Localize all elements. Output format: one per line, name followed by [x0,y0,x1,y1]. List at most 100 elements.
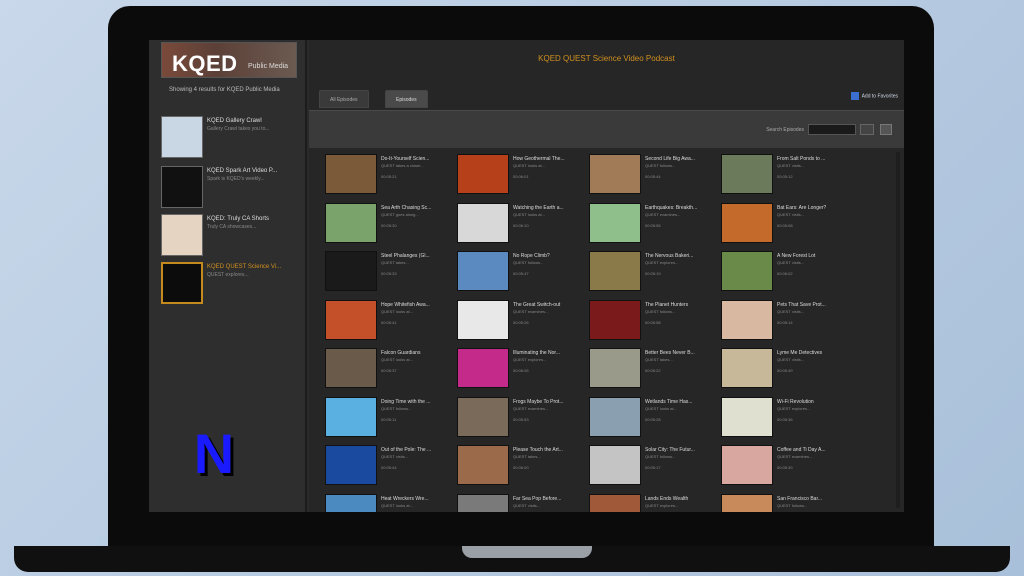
source-item[interactable]: KQED: Truly CA Shorts Truly CA showcases.… [161,214,301,258]
episode-tile[interactable]: Frogs Maybe To Prot... QUEST examines... 0… [455,395,587,444]
episode-thumbnail[interactable] [457,299,509,340]
source-item[interactable]: KQED Gallery Crawl Gallery Crawl takes yo… [161,116,301,160]
episode-tile[interactable]: Bat Ears: Are Longer? QUEST visits... 00:0… [719,201,851,250]
tab-all-episodes[interactable]: All Episodes [319,90,369,108]
episode-thumbnail[interactable] [325,396,377,437]
episode-tile[interactable]: Do-It-Yourself Scien... QUEST takes a clo… [323,152,455,201]
episode-thumbnail[interactable] [457,445,509,485]
episode-thumbnail[interactable] [589,202,641,243]
episode-thumbnail[interactable] [325,348,377,388]
episode-thumbnail[interactable] [457,493,509,512]
episode-tile[interactable]: The Great Switch-out QUEST examines... 00:… [455,298,587,347]
episode-title: The Nervous Bakeri... [645,253,694,259]
episode-thumbnail[interactable] [325,202,377,243]
episode-thumbnail[interactable] [589,348,641,388]
episode-tile[interactable]: Doing Time with the ... QUEST follows... 0… [323,395,455,444]
source-item[interactable]: KQED QUEST Science Vi... QUEST explores..… [161,262,301,306]
episode-thumbnail[interactable] [457,154,509,194]
episode-description: QUEST looks at... [381,357,413,362]
episode-title: Steel Phalanges (Gl... [381,253,430,259]
episode-tile[interactable]: Coffee and Ti Day A... QUEST examines... 0… [719,443,851,492]
episode-thumbnail[interactable] [457,348,509,388]
episode-thumbnail[interactable] [457,396,509,437]
episode-thumbnail[interactable] [325,299,377,340]
episode-thumbnail[interactable] [589,396,641,437]
logo-subtitle: Public Media [248,63,289,70]
episode-title: The Planet Hunters [645,301,689,308]
episode-thumbnail[interactable] [589,445,641,485]
episode-thumbnail[interactable] [721,251,773,291]
episode-thumbnail[interactable] [721,348,773,388]
episode-tile[interactable]: Wi-Fi Revolution QUEST explores... 00:05:3… [719,395,851,444]
search-button[interactable] [860,124,874,135]
episode-description: QUEST looks at... [513,211,545,217]
episode-thumbnail[interactable] [457,251,509,291]
episode-thumbnail[interactable] [589,154,641,194]
episode-thumbnail[interactable] [589,493,641,512]
episode-tile[interactable]: Out of the Pole: The ... QUEST visits... 0… [323,443,455,492]
episode-tile[interactable]: Second Life Big Awa... QUEST follows... 00… [587,152,719,201]
episode-thumbnail[interactable] [721,299,773,340]
episode-thumbnail[interactable] [325,251,377,291]
episode-tile[interactable]: Steel Phalanges (Gl... QUEST takes... 00:0… [323,249,455,298]
episode-tile[interactable]: No Rope Climb? QUEST follows... 00:05:47 [455,249,587,298]
favorites-icon [850,92,859,100]
episode-tile[interactable]: The Planet Hunters QUEST follows... 00:05:… [587,298,719,347]
episode-duration: 00:05:22 [645,368,661,373]
episode-title: Hope Whitefish Awa... [381,301,430,308]
episode-tile[interactable]: Hope Whitefish Awa... QUEST looks at... 00… [323,298,455,347]
episode-thumbnail[interactable] [589,251,641,291]
episode-description: QUEST follows... [777,502,808,508]
episode-thumbnail[interactable] [325,493,377,512]
episode-thumbnail[interactable] [721,154,773,194]
episode-thumbnail[interactable] [721,396,773,437]
episode-description: QUEST visits... [381,454,409,459]
episode-title: Out of the Pole: The ... [381,447,432,453]
scrollbar[interactable] [896,152,900,508]
episode-duration: 00:05:58 [645,319,661,325]
tab-episodes[interactable]: Episodes [385,90,428,108]
source-title: KQED Gallery Crawl [207,118,262,124]
episode-thumbnail[interactable] [325,154,377,194]
episode-tile[interactable]: From Salt Ponds to ... QUEST visits... 00:… [719,152,851,201]
episode-tile[interactable]: Solar City: The Futur... QUEST follows...… [587,443,719,492]
episode-description: QUEST follows... [645,163,676,168]
episode-title: Far Sea Pop Before... [513,495,562,502]
episode-tile[interactable]: Falcon Guardians QUEST looks at... 00:05:3… [323,346,455,395]
episode-tile[interactable]: Sea Arth Chasing Sc... QUEST goes along..… [323,201,455,250]
episode-thumbnail[interactable] [325,445,377,485]
episode-tile[interactable]: Please Touch the Art... QUEST takes... 00:… [455,443,587,492]
grid-view-icon[interactable] [880,124,892,135]
episode-tile[interactable]: A New Forest Lot QUEST visits... 00:06:02 [719,249,851,298]
episode-tile[interactable]: Pets That Save Prot... QUEST visits... 00:… [719,298,851,347]
episode-title: Illuminating the Nor... [513,350,560,356]
search-input[interactable] [808,124,856,135]
episode-thumbnail[interactable] [457,202,509,243]
episode-thumbnail[interactable] [721,445,773,485]
episode-tile[interactable]: Lands Ends WealthQUEST explores...00:05:… [587,492,719,512]
episode-tile[interactable]: Better Bees Never B... QUEST takes... 00:0… [587,346,719,395]
logo-text: KQED [172,51,238,76]
add-to-favorites-link[interactable]: Add to Favorites [850,92,898,100]
episode-tile[interactable]: Heat Wreckers Wre...QUEST looks at...00:… [323,492,455,512]
source-item[interactable]: KQED Spark Art Video P... Spark is KQED's… [161,166,301,210]
episode-thumbnail[interactable] [589,299,641,340]
episode-tile[interactable]: Earthquakes: Breakth... QUEST examines...… [587,201,719,250]
episode-description: QUEST visits... [513,502,541,508]
episode-tile[interactable]: The Nervous Bakeri... QUEST explores... 00… [587,249,719,298]
episode-duration: 00:05:33 [381,271,397,276]
episode-tile[interactable]: Far Sea Pop Before...QUEST visits...00:0… [455,492,587,512]
episode-title: Doing Time with the ... [381,398,431,405]
episode-tile[interactable]: Illuminating the Nor... QUEST explores...… [455,346,587,395]
episode-tile[interactable]: How Geothermal The... QUEST looks at... 00… [455,152,587,201]
episode-duration: 00:05:26 [513,319,529,325]
episode-tile[interactable]: Wetlands Time Has... QUEST looks at... 00:… [587,395,719,444]
episode-tile[interactable]: San Francisco Bar...QUEST follows...00:0… [719,492,851,512]
kqed-logo[interactable]: KQED Public Media [161,42,297,78]
episode-thumbnail[interactable] [721,493,773,512]
episode-thumbnail[interactable] [721,202,773,243]
episode-tile[interactable]: Watching the Earth a... QUEST looks at...… [455,201,587,250]
episode-duration: 00:05:21 [381,174,397,179]
episode-tile[interactable]: Lyme Me Detectives QUEST visits... 00:05:4… [719,346,851,395]
episode-description: QUEST visits... [777,260,805,265]
